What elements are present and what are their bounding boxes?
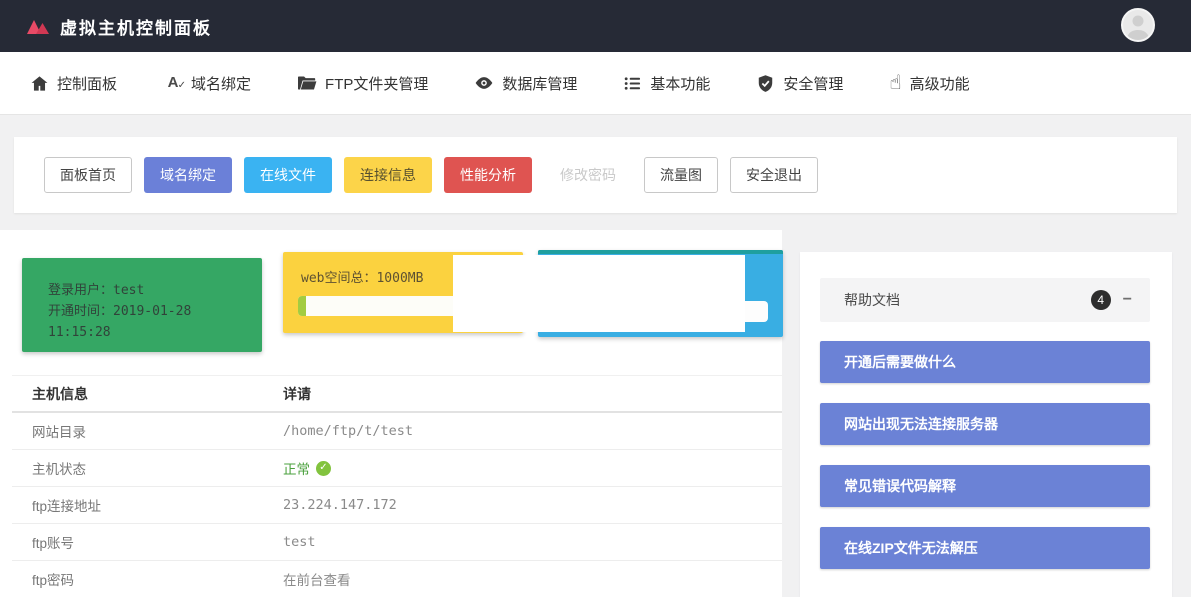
flow-box-top-strip <box>538 250 783 254</box>
ftp-account-value: test <box>283 534 782 550</box>
traffic-graph-button[interactable]: 流量图 <box>644 157 718 193</box>
panel-home-button[interactable]: 面板首页 <box>44 157 132 193</box>
eye-icon <box>474 73 494 93</box>
row-label: ftp连接地址 <box>12 495 283 515</box>
row-label: ftp密码 <box>12 569 283 589</box>
help-count-badge: 4 <box>1091 290 1111 310</box>
help-link[interactable]: 在线ZIP文件无法解压 <box>820 527 1150 569</box>
open-time-text: 11:15:28 <box>48 322 262 343</box>
nav-item-ftp-folder[interactable]: FTP文件夹管理 <box>297 73 428 94</box>
hand-icon: ☝ <box>889 73 901 93</box>
login-info-box: 登录用户：test 开通时间：2019-01-28 11:15:28 <box>22 258 262 352</box>
help-docs-header: 帮助文档 4 − <box>820 278 1150 322</box>
connection-info-button[interactable]: 连接信息 <box>344 157 432 193</box>
nav-item-label: 基本功能 <box>650 73 710 94</box>
redacted-area <box>453 255 745 332</box>
login-user-text: 登录用户：test <box>48 280 262 301</box>
row-label: 主机状态 <box>12 458 283 478</box>
site-directory-value: /home/ftp/t/test <box>283 423 782 439</box>
home-icon <box>30 74 49 93</box>
table-row: ftp密码 在前台查看 <box>12 561 782 597</box>
help-docs-title: 帮助文档 <box>844 290 900 310</box>
change-password-button[interactable]: 修改密码 <box>544 157 632 193</box>
nav-item-label: FTP文件夹管理 <box>325 73 428 94</box>
performance-analysis-button[interactable]: 性能分析 <box>444 157 532 193</box>
domain-binding-button[interactable]: 域名绑定 <box>144 157 232 193</box>
nav-item-advanced[interactable]: ☝ 高级功能 <box>889 73 969 94</box>
help-links-list: 开通后需要做什么 网站出现无法连接服务器 常见错误代码解释 在线ZIP文件无法解… <box>820 341 1150 569</box>
table-row: 网站目录 /home/ftp/t/test <box>12 413 782 450</box>
table-row: ftp账号 test <box>12 524 782 561</box>
online-files-button[interactable]: 在线文件 <box>244 157 332 193</box>
host-status-value: 正常 <box>283 458 310 478</box>
collapse-minus-icon[interactable]: − <box>1123 292 1132 308</box>
table-row: 主机状态 正常 ✓ <box>12 450 782 487</box>
ftp-password-value: 在前台查看 <box>283 569 782 589</box>
row-label: ftp账号 <box>12 532 283 552</box>
shield-check-icon <box>756 74 775 93</box>
nav-item-control-panel[interactable]: 控制面板 <box>30 73 117 94</box>
nav-item-database[interactable]: 数据库管理 <box>474 73 577 94</box>
ftp-address-value: 23.224.147.172 <box>283 497 782 513</box>
nav-item-label: 域名绑定 <box>191 73 251 94</box>
safe-logout-button[interactable]: 安全退出 <box>730 157 818 193</box>
user-avatar[interactable] <box>1121 8 1155 42</box>
table-row: ftp连接地址 23.224.147.172 <box>12 487 782 524</box>
help-link[interactable]: 常见错误代码解释 <box>820 465 1150 507</box>
quick-actions-card: 面板首页 域名绑定 在线文件 连接信息 性能分析 修改密码 流量图 安全退出 <box>14 137 1177 213</box>
nav-item-domain-binding[interactable]: A✓ 域名绑定 <box>163 73 251 94</box>
list-icon <box>623 74 642 93</box>
nav-item-label: 控制面板 <box>57 73 117 94</box>
column-header-details: 详请 <box>283 384 782 404</box>
column-header-host-info: 主机信息 <box>12 384 283 404</box>
spellcheck-icon: A✓ <box>163 73 183 93</box>
nav-item-security[interactable]: 安全管理 <box>756 73 843 94</box>
virtual-host-control-panel: 虚拟主机控制面板 控制面板 A✓ 域名绑定 FTP文件夹管理 <box>0 0 1191 597</box>
nav-item-label: 高级功能 <box>910 73 970 94</box>
status-check-icon: ✓ <box>316 461 331 476</box>
folder-icon <box>297 74 317 92</box>
nav-item-basic-functions[interactable]: 基本功能 <box>623 73 710 94</box>
help-link[interactable]: 网站出现无法连接服务器 <box>820 403 1150 445</box>
help-docs-panel: 帮助文档 4 − 开通后需要做什么 网站出现无法连接服务器 常见错误代码解释 在… <box>800 252 1172 597</box>
row-label: 网站目录 <box>12 421 283 441</box>
main-navigation: 控制面板 A✓ 域名绑定 FTP文件夹管理 数据库管理 基本功能 <box>0 52 1191 115</box>
nav-item-label: 安全管理 <box>783 73 843 94</box>
nav-item-label: 数据库管理 <box>502 73 577 94</box>
host-info-table: 主机信息 详请 网站目录 /home/ftp/t/test 主机状态 正常 ✓ … <box>12 375 782 597</box>
app-title: 虚拟主机控制面板 <box>60 14 212 39</box>
open-date-text: 开通时间：2019-01-28 <box>48 301 262 322</box>
table-header-row: 主机信息 详请 <box>12 376 782 413</box>
top-header-bar: 虚拟主机控制面板 <box>0 0 1191 52</box>
web-space-progress-fill <box>298 296 306 316</box>
mountain-logo-icon <box>27 18 51 35</box>
help-link[interactable]: 开通后需要做什么 <box>820 341 1150 383</box>
